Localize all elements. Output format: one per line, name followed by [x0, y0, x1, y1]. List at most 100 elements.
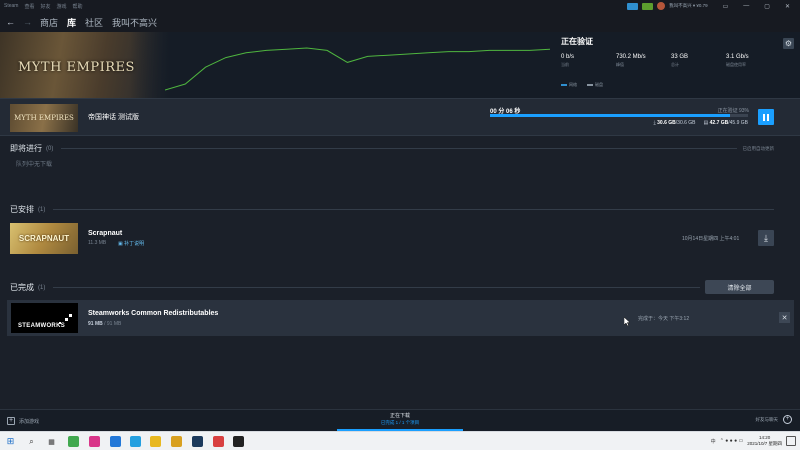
download-sizes: ⤓ 30.6 GB/30.6 GB ▤ 42.7 GB/45.9 GB	[654, 120, 748, 126]
maximize-icon[interactable]: ▢	[764, 3, 770, 10]
section-count: (1)	[38, 206, 46, 213]
stat-current: 0 b/s 当前	[561, 54, 575, 67]
tab-profile[interactable]: 我叫不高兴	[112, 16, 157, 29]
download-now-button[interactable]: ⤓	[758, 230, 774, 246]
game-banner-art: MYTH EMPIRES	[0, 32, 170, 98]
completed-game-name[interactable]: Steamworks Common Redistributables	[88, 310, 218, 317]
download-icon: ⤓	[653, 120, 656, 126]
scheduled-size: 11.3 MB	[88, 240, 107, 246]
app-icon-yellow[interactable]	[150, 436, 161, 447]
back-arrow-icon[interactable]: ←	[6, 17, 15, 27]
menu-friends[interactable]: 好友	[40, 3, 50, 10]
windows-taskbar: ⊞ ⌕ ▦ 中 ⌃ ● ● ● ▭ 14:20 2021/10/7 星期四	[0, 431, 800, 450]
section-scheduled: 已安排 (1)	[10, 204, 774, 215]
completed-size: 91 MB / 91 MB	[88, 321, 122, 327]
active-download-row[interactable]: MYTH EMPIRES 帝国神话 测试版 00 分 06 秒 正在验证 93%…	[0, 98, 800, 136]
menu-bar: Steam 查看 好友 游戏 帮助 我叫不高兴 ▾ ¥0.79 ▭ — ▢ ✕	[0, 0, 800, 12]
windows-start-icon[interactable]: ⊞	[5, 436, 16, 447]
section-title: 已安排	[10, 205, 34, 214]
friends-chat-button[interactable]: 好友与聊天 +	[756, 415, 792, 424]
clock[interactable]: 14:20 2021/10/7 星期四	[747, 435, 782, 447]
pause-button[interactable]	[758, 109, 774, 125]
tab-store[interactable]: 商店	[40, 16, 58, 29]
scheduled-time: 10月14日星期四 上午4:01	[682, 236, 740, 242]
download-icon: ⤓	[764, 232, 768, 243]
menu-games[interactable]: 游戏	[56, 3, 66, 10]
download-stats: 正在验证 0 b/s 当前 730.2 Mb/s 峰值 33 GB 总计 3.1 Gb…	[561, 36, 781, 88]
section-upcoming: 即将进行 (0) 已启用自动更新	[10, 143, 774, 154]
downloaded-size: ⤓ 30.6 GB/30.6 GB	[653, 120, 696, 126]
stat-peak: 730.2 Mb/s 峰值	[616, 54, 646, 67]
game-thumbnail[interactable]: MYTH EMPIRES	[10, 104, 78, 132]
app-icon-pink[interactable]	[89, 436, 100, 447]
section-title: 即将进行	[10, 144, 42, 153]
menu-help[interactable]: 帮助	[73, 3, 83, 10]
section-count: (0)	[46, 145, 54, 152]
app-icon-green[interactable]	[68, 436, 79, 447]
system-tray: 中 ⌃ ● ● ● ▭ 14:20 2021/10/7 星期四	[711, 435, 782, 447]
legend-disk: 磁盘	[587, 82, 603, 88]
scheduled-game-thumbnail[interactable]: SCRAPNAUT	[10, 223, 78, 254]
ime-indicator[interactable]: 中	[711, 438, 716, 445]
info-icon: ▣	[118, 241, 123, 247]
stat-disk: 3.1 Gb/s 磁盘使用率	[726, 54, 749, 67]
app-icon-lightblue[interactable]	[130, 436, 141, 447]
friends-add-icon: +	[783, 415, 792, 424]
app-icon-dark[interactable]	[233, 436, 244, 447]
window-controls-area: 我叫不高兴 ▾ ¥0.79 ▭ — ▢ ✕	[627, 2, 796, 10]
notification-icon[interactable]	[642, 2, 654, 10]
search-icon[interactable]: ⌕	[26, 436, 37, 447]
download-banner: MYTH EMPIRES 正在验证 0 b/s 当前 730.2 Mb/s 峰值 3…	[0, 32, 800, 98]
footer-bar: + 添加游戏 正在下载 已完成 1 / 1 个项目 好友与聊天 +	[0, 409, 800, 431]
bandwidth-graph	[165, 47, 550, 91]
empty-queue-text: 队列中无下载	[16, 162, 53, 168]
notification-center-icon[interactable]	[786, 436, 796, 446]
add-game-button[interactable]: + 添加游戏	[7, 417, 39, 425]
section-completed: 已完成 (1)	[10, 282, 700, 293]
account-menu[interactable]: 我叫不高兴 ▾ ¥0.79	[669, 3, 708, 9]
tab-community[interactable]: 社区	[85, 16, 103, 29]
task-view-icon[interactable]: ▦	[46, 436, 57, 447]
plus-icon: +	[7, 417, 15, 425]
game-logo: MYTH EMPIRES	[18, 60, 135, 75]
section-title: 已完成	[10, 283, 34, 292]
section-count: (1)	[38, 284, 46, 291]
remove-item-button[interactable]: ✕	[779, 312, 790, 323]
avatar[interactable]	[657, 2, 666, 10]
download-status: 正在验证	[561, 37, 593, 46]
close-icon[interactable]: ✕	[785, 3, 790, 10]
graph-legend: 网络 磁盘	[561, 82, 781, 88]
steam-taskbar-icon[interactable]	[192, 436, 203, 447]
gear-icon[interactable]: ⚙	[783, 38, 794, 49]
forward-arrow-icon[interactable]: →	[23, 17, 32, 27]
progress-bar	[490, 114, 748, 117]
app-icon-orange[interactable]	[171, 436, 182, 447]
menu-view[interactable]: 查看	[24, 3, 34, 10]
mouse-cursor	[624, 317, 631, 326]
tray-icons[interactable]: ⌃ ● ● ● ▭	[720, 438, 744, 444]
nav-bar: ← → 商店 库 社区 我叫不高兴	[0, 12, 800, 32]
patch-notes-link[interactable]: ▣ 补丁说明	[118, 240, 144, 247]
big-picture-icon[interactable]: ▭	[723, 3, 729, 10]
auto-update-status: 已启用自动更新	[742, 145, 775, 151]
tab-library[interactable]: 库	[67, 16, 76, 29]
progress-text: 正在验证 93%	[717, 108, 749, 114]
stat-total: 33 GB 总计	[671, 54, 689, 67]
minimize-icon[interactable]: —	[743, 3, 749, 9]
completed-time: 完成于：今天 下午3:12	[638, 316, 690, 322]
clear-all-button[interactable]: 清除全部	[705, 280, 774, 294]
legend-network: 网络	[561, 82, 577, 88]
footer-download-status[interactable]: 正在下载 已完成 1 / 1 个项目	[337, 412, 463, 431]
network-series-line	[165, 47, 550, 91]
menu-steam[interactable]: Steam	[4, 3, 18, 9]
app-icon-blue[interactable]	[110, 436, 121, 447]
scheduled-game-name[interactable]: Scrapnaut	[88, 230, 122, 237]
disk-icon: ▤	[703, 120, 709, 126]
game-name[interactable]: 帝国神话 测试版	[88, 112, 139, 122]
app-icon-red[interactable]	[213, 436, 224, 447]
completed-thumbnail[interactable]: STEAMWORKS	[11, 303, 78, 333]
disk-size: ▤ 42.7 GB/45.9 GB	[703, 120, 748, 126]
progress-fill	[490, 114, 730, 117]
completed-item-row[interactable]: STEAMWORKS Steamworks Common Redistribut…	[7, 300, 794, 336]
broadcast-icon[interactable]	[627, 2, 639, 10]
